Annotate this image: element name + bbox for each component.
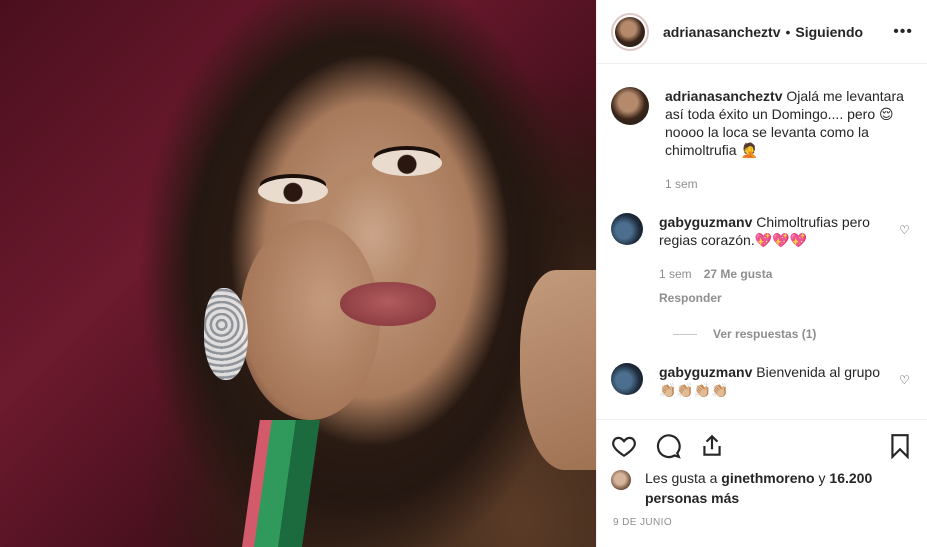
comment-username[interactable]: gabyguzmanv <box>659 364 752 380</box>
comment-icon[interactable] <box>655 433 681 459</box>
action-bar <box>597 419 927 471</box>
likes-middle: y <box>814 470 830 486</box>
comment-username[interactable]: gabyguzmanv <box>659 214 752 230</box>
commenter-avatar[interactable] <box>611 363 643 395</box>
like-comment-heart-icon[interactable]: ♡ <box>899 373 913 399</box>
photo-hand <box>520 270 596 470</box>
likes-summary: Les gusta a ginethmoreno y 16.200 person… <box>611 468 913 508</box>
caption-time[interactable]: 1 sem <box>665 177 698 191</box>
view-replies-button[interactable]: Ver respuestas (1) <box>673 327 913 341</box>
share-icon[interactable] <box>699 433 725 459</box>
photo-left-eye <box>258 178 328 204</box>
liker-username[interactable]: ginethmoreno <box>721 470 814 486</box>
caption-username[interactable]: adrianasancheztv <box>665 88 783 104</box>
photo-earring <box>204 288 248 380</box>
view-replies-label: Ver respuestas (1) <box>713 327 817 341</box>
post-date[interactable]: 9 DE JUNIO <box>613 517 672 528</box>
author-username[interactable]: adrianasancheztv <box>663 24 781 40</box>
comment-time[interactable]: 1 sem <box>659 267 692 281</box>
comment-item: gabyguzmanv Chimoltrufias pero regias co… <box>611 213 913 305</box>
post-header: adrianasancheztv • Siguiendo ••• <box>597 0 927 64</box>
photo-lips <box>340 282 436 326</box>
liker-avatar[interactable] <box>611 470 631 490</box>
header-separator: • <box>785 23 791 40</box>
caption-avatar[interactable] <box>611 87 649 125</box>
bookmark-icon[interactable] <box>887 433 913 459</box>
author-avatar[interactable] <box>611 12 649 51</box>
reply-button[interactable]: Responder <box>659 291 891 305</box>
caption: adrianasancheztv Ojalá me levantara así … <box>611 87 913 191</box>
view-replies-line <box>673 333 697 335</box>
heart-icon[interactable] <box>611 433 637 459</box>
follow-status-button[interactable]: Siguiendo <box>795 24 863 40</box>
likes-prefix: Les gusta a <box>645 470 722 486</box>
more-options-icon[interactable]: ••• <box>893 23 913 41</box>
photo-dress <box>240 420 320 547</box>
comment-likes[interactable]: 27 Me gusta <box>704 267 773 281</box>
post-photo[interactable] <box>0 0 596 547</box>
like-comment-heart-icon[interactable]: ♡ <box>899 223 913 305</box>
commenter-avatar[interactable] <box>611 213 643 245</box>
post-panel: adrianasancheztv • Siguiendo ••• adriana… <box>596 0 927 547</box>
comments-list[interactable]: adrianasancheztv Ojalá me levantara así … <box>597 65 927 418</box>
photo-right-eye <box>372 150 442 176</box>
comment-item: gabyguzmanv Bienvenida al grupo 👏🏼👏🏼👏🏼👏🏼… <box>611 363 913 399</box>
